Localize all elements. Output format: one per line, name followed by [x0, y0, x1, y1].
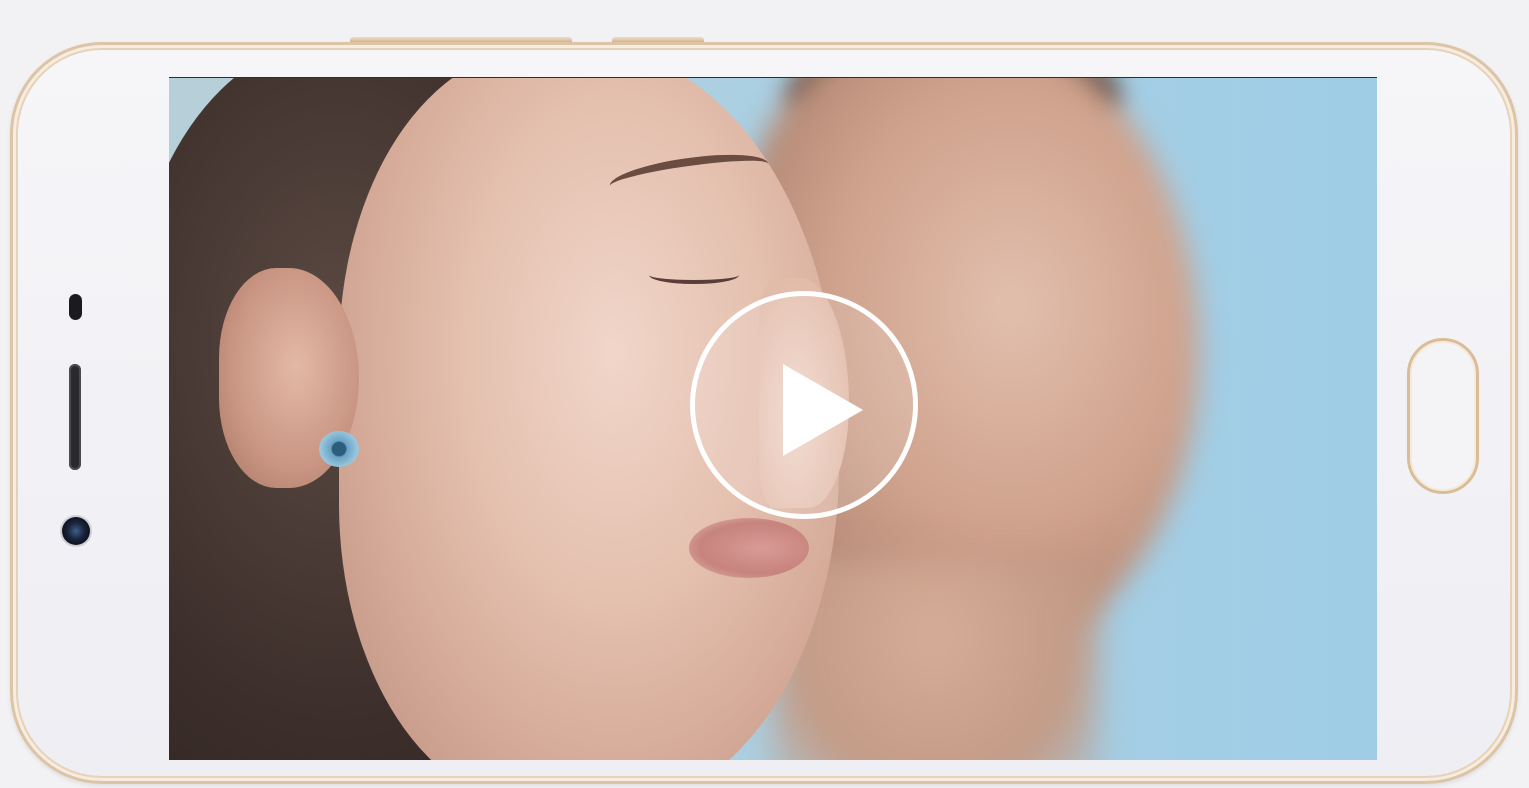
home-button[interactable] [1407, 338, 1479, 494]
proximity-sensor [69, 294, 82, 320]
play-button[interactable] [690, 291, 918, 519]
front-camera-icon [62, 517, 90, 545]
video-player[interactable] [169, 77, 1377, 760]
play-icon [783, 364, 863, 456]
earpiece-speaker [69, 364, 81, 470]
product-showcase [0, 0, 1529, 788]
